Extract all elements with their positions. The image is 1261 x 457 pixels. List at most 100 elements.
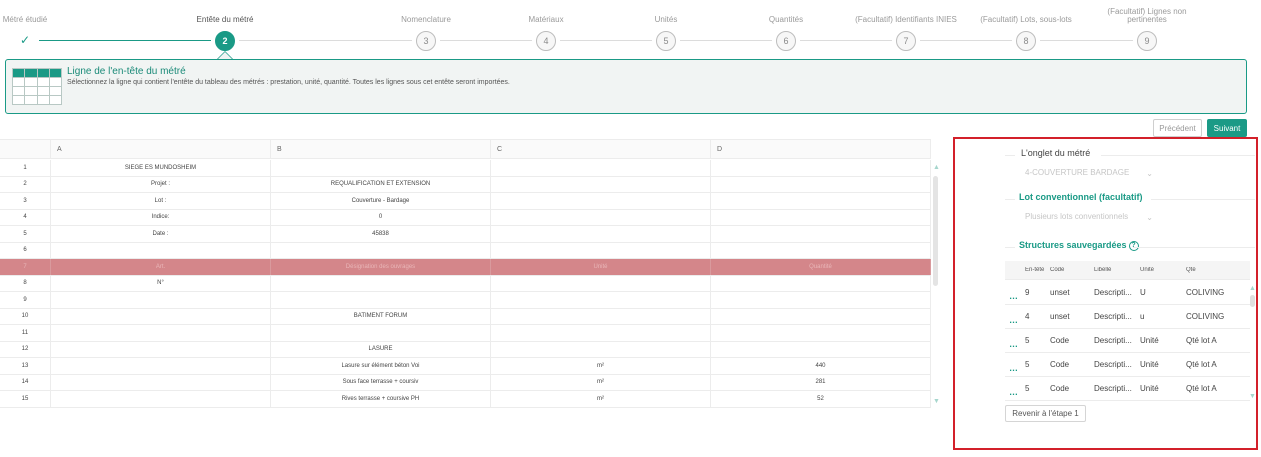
- step-2[interactable]: Entête du métré 2: [165, 0, 285, 51]
- chevron-down-icon: ⌄: [1146, 169, 1153, 178]
- step-number: 9: [1137, 31, 1157, 51]
- table-row[interactable]: 13 Lasure sur élément béton Voi m² 440: [0, 358, 931, 375]
- table-cell: 440: [711, 358, 931, 374]
- lot-select-title: Lot conventionnel (facultatif): [1019, 192, 1143, 202]
- scroll-up-icon[interactable]: ▲: [1249, 285, 1256, 292]
- step-label: Quantités: [768, 15, 804, 24]
- column-header: C: [491, 140, 711, 158]
- table-cell: [491, 193, 711, 209]
- table-row[interactable]: 4 Indice: 0: [0, 209, 931, 226]
- step-connector: [920, 40, 1012, 41]
- step-3[interactable]: Nomenclature 3: [366, 0, 486, 51]
- step-label: Entête du métré: [196, 15, 254, 24]
- table-cell: Descripti...: [1094, 360, 1132, 369]
- table-cell: Qté lot A: [1186, 360, 1217, 369]
- table-cell: [711, 275, 931, 291]
- table-row[interactable]: 7 Art. Désignation des ouvrages Unité Quanti…: [0, 259, 931, 276]
- row-number: 3: [0, 193, 51, 209]
- table-cell: [271, 160, 491, 176]
- info-title: Ligne de l'en-tête du métré: [67, 66, 186, 77]
- spreadsheet-scrollbar[interactable]: ▲ ▼: [932, 160, 940, 410]
- column-header: A: [51, 140, 271, 158]
- more-options-icon[interactable]: …: [1005, 381, 1025, 397]
- saved-structures-scrollbar[interactable]: ▲ ▼: [1249, 285, 1257, 401]
- table-row[interactable]: 2 Projet : REQUALIFICATION ET EXTENSION: [0, 176, 931, 193]
- step-7[interactable]: (Facultatif) Identifiants INIES 7: [846, 0, 966, 51]
- table-cell: [51, 391, 271, 407]
- table-cell: Descripti...: [1094, 336, 1132, 345]
- table-cell: [491, 275, 711, 291]
- table-row[interactable]: 6: [0, 242, 931, 259]
- step-6[interactable]: Quantités 6: [726, 0, 846, 51]
- table-cell: COLIVING: [1186, 288, 1225, 297]
- saved-structure-row[interactable]: … 9 unset Descripti... U COLIVING: [1005, 281, 1250, 305]
- more-options-icon[interactable]: …: [1005, 309, 1025, 325]
- row-number: 9: [0, 292, 51, 308]
- table-cell: [491, 226, 711, 242]
- table-row[interactable]: 5 Date :45838: [0, 226, 931, 243]
- table-cell: Rives terrasse + coursive PH: [271, 391, 491, 407]
- saved-structures-label: Structures sauvegardées: [1019, 240, 1127, 250]
- lot-select-placeholder: Plusieurs lots conventionnels: [1025, 212, 1129, 221]
- column-header: B: [271, 140, 491, 158]
- row-number: 15: [0, 391, 51, 407]
- table-cell: [271, 292, 491, 308]
- table-cell: Code: [1050, 384, 1070, 393]
- step-number: 8: [1016, 31, 1036, 51]
- table-row[interactable]: 15 Rives terrasse + coursive PH m² 52: [0, 391, 931, 408]
- table-cell: BATIMENT FORUM: [271, 308, 491, 324]
- table-cell: Indice:: [51, 209, 271, 225]
- tab-select[interactable]: 4-COUVERTURE BARDAGE ⌄: [1025, 168, 1153, 182]
- divider: [1005, 199, 1015, 200]
- more-options-icon[interactable]: …: [1005, 357, 1025, 373]
- step-1[interactable]: Métré étudié ✓: [0, 0, 85, 48]
- previous-button[interactable]: Précédent: [1153, 119, 1202, 137]
- saved-structure-row[interactable]: … 4 unset Descripti... u COLIVING: [1005, 305, 1250, 329]
- step-5[interactable]: Unités 5: [606, 0, 726, 51]
- saved-structure-row[interactable]: … 5 Code Descripti... Unité Qté lot A: [1005, 353, 1250, 377]
- table-cell: Descripti...: [1094, 288, 1132, 297]
- table-cell: SIEGE ES MUNDOSHEIM: [51, 160, 271, 176]
- table-row[interactable]: 3 Lot : Couverture - Bardage: [0, 193, 931, 210]
- table-cell: [491, 176, 711, 192]
- table-cell: Désignation des ouvrages: [271, 259, 491, 275]
- column-header: Unité: [1140, 267, 1155, 273]
- more-options-icon[interactable]: …: [1005, 333, 1025, 349]
- scroll-down-icon[interactable]: ▼: [933, 398, 940, 405]
- step-8[interactable]: (Facultatif) Lots, sous-lots 8: [966, 0, 1086, 51]
- step-number: 3: [416, 31, 436, 51]
- more-options-icon[interactable]: …: [1005, 285, 1025, 301]
- table-cell: [491, 242, 711, 258]
- tab-select-title: L'onglet du métré: [1021, 148, 1091, 158]
- step-label: Nomenclature: [401, 15, 451, 24]
- table-cell: U: [1140, 288, 1146, 297]
- scroll-thumb[interactable]: [933, 176, 938, 286]
- table-row[interactable]: 9: [0, 292, 931, 309]
- scroll-thumb[interactable]: [1250, 295, 1255, 307]
- saved-structure-row[interactable]: … 5 Code Descripti... Unité Qté lot A: [1005, 377, 1250, 401]
- table-cell: Projet :: [51, 176, 271, 192]
- table-row[interactable]: 11: [0, 325, 931, 342]
- table-row[interactable]: 14 Sous face terrasse + coursiv m² 281: [0, 374, 931, 391]
- step-4[interactable]: Matériaux 4: [486, 0, 606, 51]
- column-header: Code: [1050, 267, 1065, 273]
- next-button[interactable]: Suivant: [1207, 119, 1247, 137]
- help-icon[interactable]: ?: [1128, 241, 1139, 251]
- column-header: D: [711, 140, 931, 158]
- scroll-up-icon[interactable]: ▲: [933, 164, 940, 171]
- back-to-step-1-button[interactable]: Revenir à l'étape 1: [1005, 405, 1086, 422]
- table-row[interactable]: 12 LASURE: [0, 341, 931, 358]
- table-row[interactable]: 1 SIEGE ES MUNDOSHEIM: [0, 160, 931, 177]
- step-9[interactable]: (Facultatif) Lignes non pertinentes 9: [1087, 0, 1207, 51]
- table-cell: m²: [491, 374, 711, 390]
- scroll-down-icon[interactable]: ▼: [1249, 393, 1256, 400]
- table-cell: 52: [711, 391, 931, 407]
- table-row[interactable]: 10 BATIMENT FORUM: [0, 308, 931, 325]
- saved-structure-row[interactable]: … 5 Code Descripti... Unité Qté lot A: [1005, 329, 1250, 353]
- table-cell: 5: [1025, 360, 1030, 369]
- lot-select[interactable]: Plusieurs lots conventionnels ⌄: [1025, 212, 1153, 226]
- step-connector: [680, 40, 772, 41]
- saved-structures-table: En-tête Code Libellé Unité Qté… 9 unset Descrip…: [1005, 261, 1255, 401]
- saved-structures-header: En-tête Code Libellé Unité Qté: [1005, 261, 1250, 280]
- table-row[interactable]: 8 N°: [0, 275, 931, 292]
